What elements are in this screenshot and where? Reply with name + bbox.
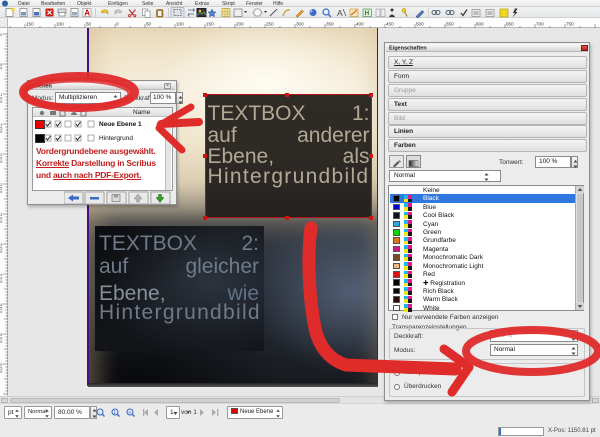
svg-text:0: 0 <box>0 220 2 224</box>
svg-text:0: 0 <box>0 67 2 71</box>
svg-text:1: 1 <box>113 410 116 416</box>
svg-text:0: 0 <box>0 370 2 374</box>
svg-text:550: 550 <box>446 22 454 27</box>
svg-text:350: 350 <box>326 22 334 27</box>
svg-text:300: 300 <box>296 22 304 27</box>
svg-text:0: 0 <box>0 100 2 104</box>
svg-text:400: 400 <box>356 22 364 27</box>
svg-text:200: 200 <box>236 22 244 27</box>
svg-text:0: 0 <box>0 130 2 134</box>
svg-text:0: 0 <box>0 190 2 194</box>
svg-text:500: 500 <box>416 22 424 27</box>
svg-text:250: 250 <box>266 22 274 27</box>
svg-text:650: 650 <box>506 22 514 27</box>
svg-text:+: + <box>128 410 131 416</box>
svg-text:0: 0 <box>0 250 2 254</box>
svg-text:0: 0 <box>0 33 2 37</box>
svg-text:A: A <box>84 9 90 18</box>
svg-text:0: 0 <box>0 340 2 344</box>
svg-text:A: A <box>337 8 343 18</box>
svg-text:150: 150 <box>206 22 214 27</box>
svg-text:0: 0 <box>0 160 2 164</box>
svg-text:100: 100 <box>56 22 64 27</box>
svg-text:450: 450 <box>386 22 394 27</box>
svg-text:50: 50 <box>146 22 152 27</box>
svg-text:600: 600 <box>476 22 484 27</box>
svg-text:150: 150 <box>26 22 34 27</box>
svg-text:0: 0 <box>116 22 119 27</box>
svg-text:100: 100 <box>176 22 184 27</box>
svg-text:0: 0 <box>0 280 2 284</box>
svg-text:H: H <box>365 10 370 17</box>
svg-text:50: 50 <box>86 22 92 27</box>
svg-text:700: 700 <box>536 22 544 27</box>
svg-text:0: 0 <box>0 310 2 314</box>
svg-text:750: 750 <box>566 22 574 27</box>
